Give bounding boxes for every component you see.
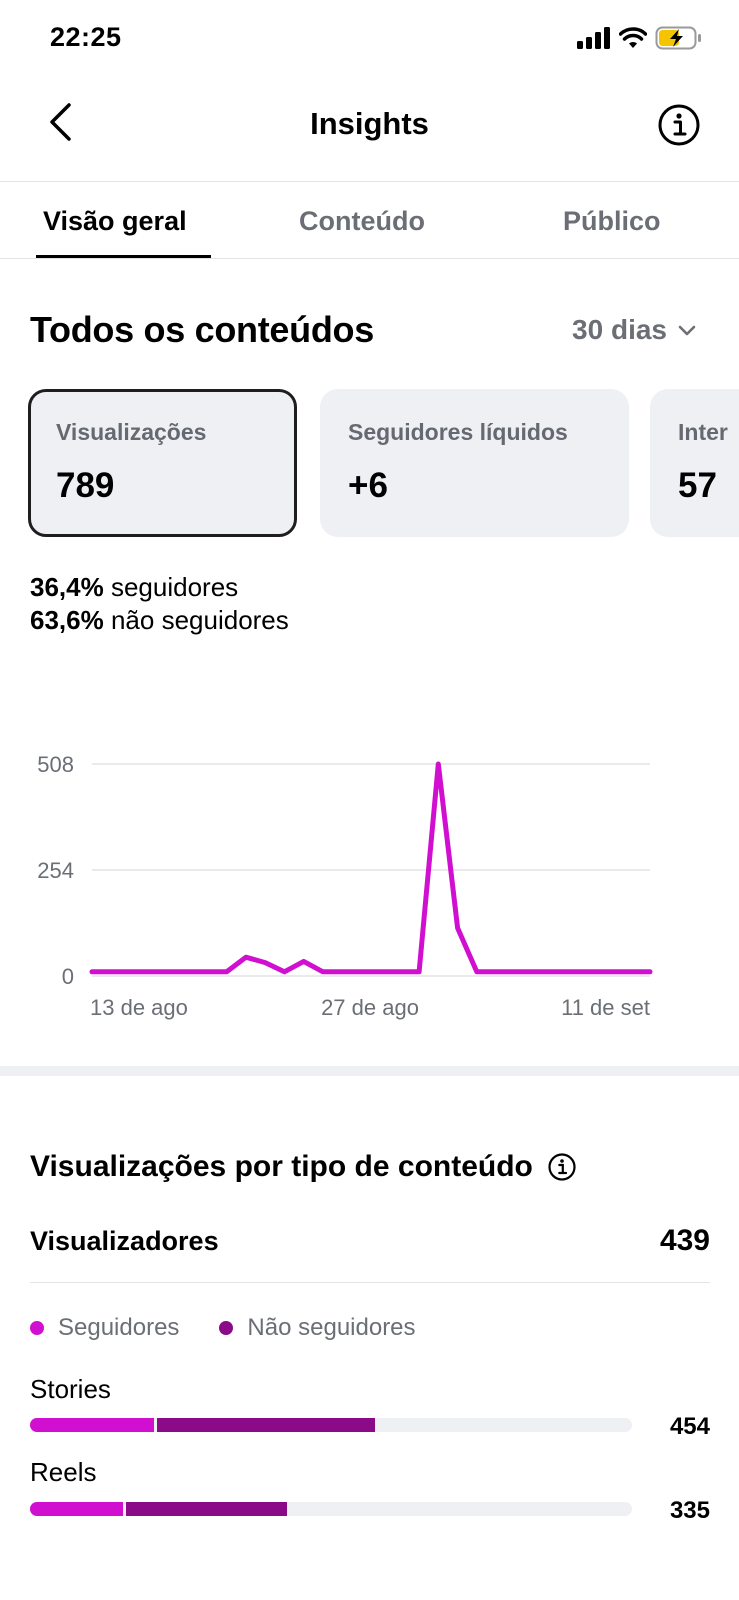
- status-time: 22:25: [50, 22, 122, 52]
- views-line-chart: 508 254 0 13 de ago 27 de ago 11 de set: [37, 752, 653, 1020]
- y-tick-label: 508: [37, 752, 74, 777]
- metric-label: Seguidores líquidos: [348, 419, 568, 445]
- legend-dot: [30, 1321, 44, 1335]
- info-icon[interactable]: [547, 1152, 577, 1182]
- tab-visao-geral[interactable]: Visão geral: [43, 206, 187, 237]
- chevron-down-icon: [678, 325, 696, 336]
- info-button[interactable]: [657, 103, 701, 147]
- bar-fill-followers: [30, 1418, 154, 1432]
- metric-card-net-followers[interactable]: Seguidores líquidos +6: [320, 389, 629, 537]
- info-icon: [658, 104, 700, 146]
- section-separator: [0, 1066, 739, 1076]
- viewers-value: 439: [659, 1224, 710, 1257]
- page-title: Insights: [310, 106, 429, 141]
- status-icons: [577, 26, 703, 50]
- period-label: 30 dias: [572, 314, 667, 345]
- bar-value-reels: 335: [669, 1497, 710, 1524]
- followers-pct: 36,4%: [30, 572, 104, 602]
- legend-item-nonfollowers: Não seguidores: [219, 1314, 416, 1342]
- metric-label: Visualizações: [56, 419, 207, 445]
- legend-label: Não seguidores: [247, 1314, 416, 1341]
- x-tick-label: 27 de ago: [321, 995, 419, 1020]
- nonfollowers-ratio: 63,6% não seguidores: [30, 605, 289, 636]
- bar-fill-nonfollowers: [157, 1418, 375, 1432]
- nonfollowers-pct: 63,6%: [30, 605, 104, 635]
- tab-conteudo[interactable]: Conteúdo: [299, 206, 425, 237]
- row-divider: [30, 1282, 710, 1283]
- bar-label-reels: Reels: [30, 1457, 97, 1487]
- period-dropdown[interactable]: 30 dias: [572, 314, 697, 346]
- x-tick-label: 11 de set: [561, 995, 650, 1020]
- metric-value: +6: [348, 466, 388, 505]
- nonfollowers-text: não seguidores: [110, 605, 289, 635]
- wifi-icon: [619, 27, 647, 48]
- followers-ratio: 36,4% seguidores: [30, 572, 238, 603]
- section-title: Todos os conteúdos: [30, 309, 374, 350]
- tabs-divider: [0, 258, 739, 259]
- viewers-label: Visualizadores: [30, 1226, 219, 1256]
- y-tick-label: 0: [62, 964, 74, 989]
- signal-icon: [577, 27, 610, 49]
- content-views-title: Visualizações por tipo de conteúdo: [30, 1150, 577, 1184]
- bar-track-reels: [30, 1502, 632, 1516]
- legend-dot: [219, 1321, 234, 1335]
- battery-charging-icon: [655, 26, 701, 50]
- metric-value: 789: [56, 466, 115, 505]
- x-tick-label: 13 de ago: [90, 995, 188, 1020]
- bar-track-stories: [30, 1418, 632, 1432]
- y-tick-label: 254: [37, 858, 74, 883]
- bar-fill-nonfollowers: [126, 1502, 288, 1516]
- legend: Seguidores Não seguidores: [30, 1314, 416, 1342]
- bar-value-stories: 454: [669, 1413, 710, 1440]
- metric-card-views[interactable]: Visualizações 789: [28, 389, 297, 537]
- bar-label-stories: Stories: [30, 1374, 111, 1404]
- tab-publico[interactable]: Público: [563, 206, 661, 237]
- legend-label: Seguidores: [58, 1314, 180, 1341]
- legend-item-followers: Seguidores: [30, 1314, 179, 1342]
- metric-label: Inter: [678, 419, 728, 445]
- metric-card-interactions[interactable]: Inter 57: [650, 389, 739, 537]
- bar-fill-followers: [30, 1502, 124, 1516]
- header-divider: [0, 181, 739, 182]
- content-views-title-text: Visualizações por tipo de conteúdo: [30, 1150, 533, 1183]
- series-line: [89, 761, 653, 975]
- followers-text: seguidores: [110, 572, 239, 602]
- metric-value: 57: [678, 466, 717, 505]
